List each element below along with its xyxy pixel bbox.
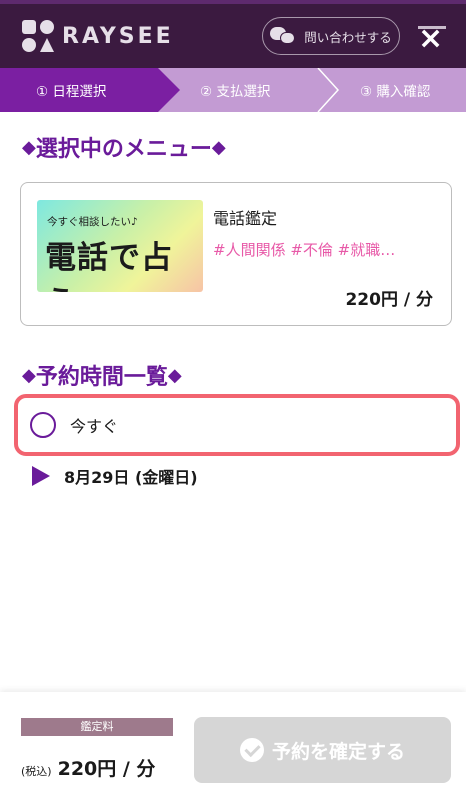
tax-label: (税込) [21,765,52,778]
diamond-icon: ◆ [22,364,36,386]
logo-mark-icon [22,20,54,52]
fee-price: 220円 / 分 [57,758,156,780]
step-progress-bar: ① 日程選択 ② 支払選択 ③ 購入確認 [0,68,466,112]
diamond-icon: ◆ [211,136,226,158]
schedule-heading-text: 予約時間一覧 [35,364,168,390]
logo-text: RAYSEE [62,23,174,49]
step-2: ② 支払選択 [200,84,271,100]
chat-bubbles-icon [270,27,296,45]
selected-menu-card[interactable]: 今すぐ相談したい♪ 電話で占う 電話鑑定 #人間関係 #不倫 #就職… 220円… [20,182,452,326]
date-expander[interactable]: 8月29日 (金曜日) [32,464,198,488]
thumbnail-title: 電話で占う [45,240,173,292]
contact-button-label: 問い合わせする [304,29,392,45]
contact-button[interactable]: 問い合わせする [262,17,400,55]
now-option[interactable]: 今すぐ [14,394,460,456]
schedule-heading: ◆ 予約時間一覧 ◆ [22,359,182,391]
app-header: RAYSEE 問い合わせする × [0,0,466,68]
confirm-reservation-button[interactable]: 予約を確定する [194,717,451,783]
menu-name: 電話鑑定 [213,209,278,228]
step-3: ③ 購入確認 [360,84,431,100]
footer-bar: 鑑定料 (税込) 220円 / 分 予約を確定する [0,692,466,800]
selected-menu-heading-text: 選択中のメニュー [35,136,212,162]
confirm-button-label: 予約を確定する [271,740,405,763]
menu-close-button[interactable]: × [414,22,450,58]
play-triangle-icon [32,466,50,486]
check-circle-icon [239,738,264,762]
thumbnail-subtext: 今すぐ相談したい♪ [47,216,138,228]
menu-thumbnail: 今すぐ相談したい♪ 電話で占う [37,200,203,292]
fee-row: (税込) 220円 / 分 [21,754,155,781]
close-icon: × [418,21,444,56]
menu-tags: #人間関係 #不倫 #就職… [213,241,396,259]
selected-menu-heading: ◆ 選択中のメニュー ◆ [22,131,226,163]
fee-label: 鑑定料 [21,718,173,736]
logo[interactable]: RAYSEE [22,20,174,52]
step-1: ① 日程選択 [36,84,107,100]
diamond-icon: ◆ [167,364,182,386]
date-label: 8月29日 (金曜日) [64,468,198,487]
now-radio[interactable] [30,412,56,438]
diamond-icon: ◆ [22,136,36,158]
menu-price: 220円 / 分 [345,290,433,310]
step-separator-icon [316,68,340,112]
header-topline [0,0,466,4]
now-option-label: 今すぐ [70,417,119,436]
